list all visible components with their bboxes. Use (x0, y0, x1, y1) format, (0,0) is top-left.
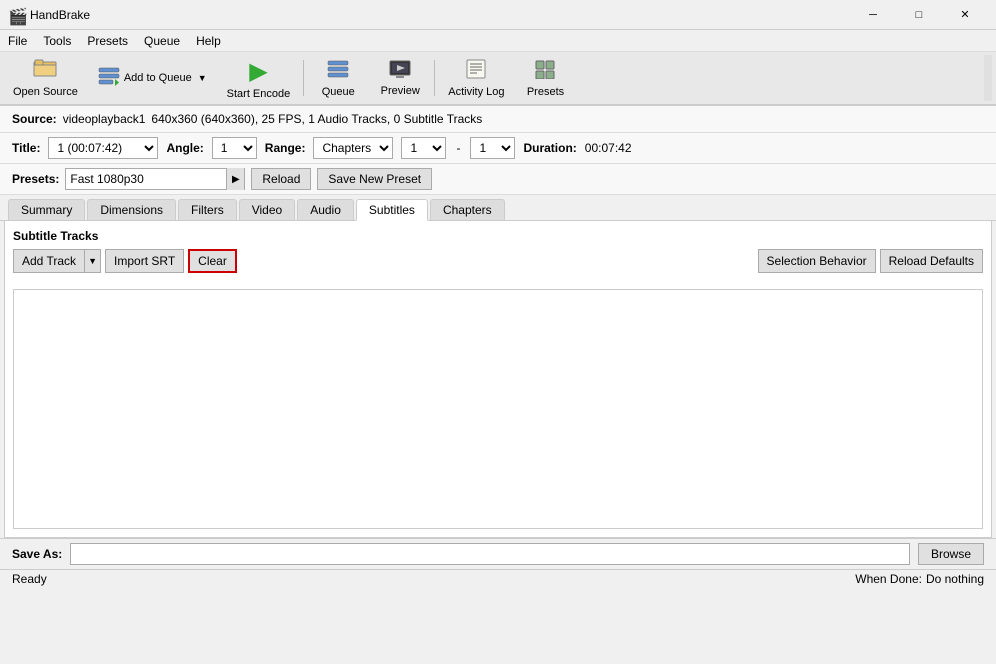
duration-value: 00:07:42 (585, 141, 632, 155)
preset-input[interactable]: Fast 1080p30 (66, 169, 226, 189)
tab-video[interactable]: Video (239, 199, 295, 220)
source-details: 640x360 (640x360), 25 FPS, 1 Audio Track… (151, 112, 482, 126)
clear-button[interactable]: Clear (188, 249, 237, 273)
activity-log-label: Activity Log (448, 86, 504, 98)
activity-log-icon (465, 59, 487, 84)
selection-behavior-button[interactable]: Selection Behavior (758, 249, 876, 273)
browse-button[interactable]: Browse (918, 543, 984, 565)
toolbar-separator-2 (434, 60, 435, 96)
add-to-queue-dropdown-arrow[interactable]: ▼ (198, 73, 207, 83)
toolbar-scrollbar (984, 55, 992, 101)
tab-subtitles[interactable]: Subtitles (356, 199, 428, 221)
angle-label: Angle: (166, 141, 203, 155)
save-as-input[interactable] (70, 543, 910, 565)
source-info: Source: videoplayback1 640x360 (640x360)… (0, 106, 996, 133)
app-title: HandBrake (30, 8, 850, 22)
minimize-button[interactable]: ─ (850, 0, 896, 30)
save-new-preset-button[interactable]: Save New Preset (317, 168, 432, 190)
angle-select[interactable]: 1 (212, 137, 257, 159)
open-source-label: Open Source (13, 86, 78, 98)
activity-log-button[interactable]: Activity Log (439, 55, 513, 101)
tab-summary[interactable]: Summary (8, 199, 85, 220)
queue-button[interactable]: Queue (308, 55, 368, 101)
add-to-queue-icon (98, 66, 120, 91)
start-encode-label: Start Encode (227, 88, 291, 100)
start-encode-button[interactable]: ▶ Start Encode (218, 55, 300, 101)
title-row: Title: 1 (00:07:42) Angle: 1 Range: Chap… (0, 133, 996, 164)
tab-audio[interactable]: Audio (297, 199, 354, 220)
status-bar: Ready When Done: Do nothing (0, 569, 996, 588)
range-type-select[interactable]: Chapters (313, 137, 393, 159)
toolbar: Open Source Add to Queue ▼ ▶ Start Encod… (0, 52, 996, 106)
status-ready: Ready (12, 572, 47, 586)
preview-icon (389, 60, 411, 83)
import-srt-button[interactable]: Import SRT (105, 249, 184, 273)
subtitle-list-area (13, 289, 983, 529)
subtitle-section: Subtitle Tracks Add Track ▼ Import SRT C… (5, 221, 991, 281)
presets-row: Presets: Fast 1080p30 ▶ Reload Save New … (0, 164, 996, 195)
save-as-label: Save As: (12, 547, 62, 561)
save-as-bar: Save As: Browse (0, 538, 996, 569)
app-icon: 🎬 (8, 7, 24, 23)
range-label: Range: (265, 141, 306, 155)
range-from-select[interactable]: 1 (401, 137, 446, 159)
tabs-bar: Summary Dimensions Filters Video Audio S… (0, 195, 996, 221)
tab-chapters[interactable]: Chapters (430, 199, 505, 220)
add-track-label[interactable]: Add Track (14, 250, 84, 272)
close-button[interactable]: ✕ (942, 0, 988, 30)
when-done-value: Do nothing (926, 572, 984, 586)
add-to-queue-label: Add to Queue (124, 72, 192, 84)
subtitle-toolbar: Add Track ▼ Import SRT Clear Selection B… (13, 249, 983, 273)
title-select[interactable]: 1 (00:07:42) (48, 137, 158, 159)
reload-button[interactable]: Reload (251, 168, 311, 190)
menu-presets[interactable]: Presets (79, 32, 136, 50)
queue-icon (327, 59, 349, 84)
add-to-queue-button[interactable]: Add to Queue ▼ (89, 55, 216, 101)
range-to-select[interactable]: 1 (470, 137, 515, 159)
preview-label: Preview (381, 85, 420, 97)
menubar: File Tools Presets Queue Help (0, 30, 996, 52)
titlebar: 🎬 HandBrake ─ □ ✕ (0, 0, 996, 30)
add-track-dropdown-icon[interactable]: ▼ (84, 250, 100, 272)
window-controls: ─ □ ✕ (850, 0, 988, 30)
maximize-button[interactable]: □ (896, 0, 942, 30)
start-encode-icon: ▶ (249, 57, 267, 86)
menu-help[interactable]: Help (188, 32, 229, 50)
source-label: Source: (12, 112, 57, 126)
subtitle-section-title: Subtitle Tracks (13, 229, 983, 243)
preset-selector[interactable]: Fast 1080p30 ▶ (65, 168, 245, 190)
tab-filters[interactable]: Filters (178, 199, 237, 220)
add-to-queue-btn-main[interactable]: Add to Queue ▼ (89, 55, 216, 101)
tab-content-area: Subtitle Tracks Add Track ▼ Import SRT C… (4, 221, 992, 538)
menu-file[interactable]: File (0, 32, 35, 50)
source-filename: videoplayback1 (63, 112, 146, 126)
status-right: When Done: Do nothing (855, 572, 984, 586)
preview-button[interactable]: Preview (370, 55, 430, 101)
presets-button[interactable]: Presets (515, 55, 575, 101)
reload-defaults-button[interactable]: Reload Defaults (880, 249, 983, 273)
menu-queue[interactable]: Queue (136, 32, 188, 50)
menu-tools[interactable]: Tools (35, 32, 79, 50)
open-source-button[interactable]: Open Source (4, 55, 87, 101)
toolbar-separator-1 (303, 60, 304, 96)
preset-dropdown-arrow[interactable]: ▶ (226, 168, 244, 190)
presets-row-label: Presets: (12, 172, 59, 186)
add-track-button[interactable]: Add Track ▼ (13, 249, 101, 273)
queue-label: Queue (322, 86, 355, 98)
duration-label: Duration: (523, 141, 576, 155)
when-done-label: When Done: (855, 572, 922, 586)
presets-icon (534, 59, 556, 84)
title-label: Title: (12, 141, 40, 155)
tab-dimensions[interactable]: Dimensions (87, 199, 176, 220)
open-source-icon (33, 58, 57, 84)
presets-label: Presets (527, 86, 564, 98)
range-dash: - (456, 141, 460, 155)
